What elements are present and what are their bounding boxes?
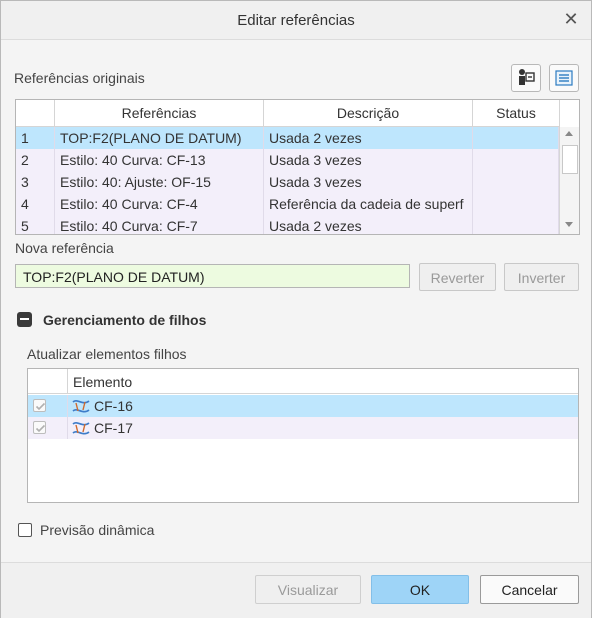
new-reference-field[interactable]: TOP:F2(PLANO DE DATUM) <box>15 264 410 288</box>
row-status <box>473 149 559 171</box>
reference-row[interactable]: 5 Estilo: 40 Curva: CF-7 Usada 2 vezes <box>16 215 559 234</box>
child-checkbox-cell <box>28 417 68 439</box>
references-table: Referências Descrição Status 1 TOP:F2(PLA… <box>15 99 580 235</box>
dynamic-preview-label: Previsão dinâmica <box>40 522 155 538</box>
column-header-description[interactable]: Descrição <box>264 100 473 127</box>
reference-row[interactable]: 1 TOP:F2(PLANO DE DATUM) Usada 2 vezes <box>16 127 559 149</box>
column-header-number <box>16 100 55 127</box>
edit-references-dialog: Editar referências ✕ Referências origina… <box>0 0 592 618</box>
close-icon[interactable]: ✕ <box>561 9 581 29</box>
title-bar: Editar referências ✕ <box>1 1 591 40</box>
revert-button[interactable]: Reverter <box>419 263 496 291</box>
dynamic-preview-checkbox[interactable] <box>18 523 32 537</box>
child-element-name: CF-17 <box>94 420 133 436</box>
row-number: 3 <box>16 171 55 193</box>
row-reference: Estilo: 40 Curva: CF-13 <box>55 149 264 171</box>
row-description: Usada 3 vezes <box>264 171 473 193</box>
invert-button[interactable]: Inverter <box>504 263 579 291</box>
row-status <box>473 171 559 193</box>
children-check-column <box>28 369 68 394</box>
curve-feature-icon <box>71 419 91 437</box>
row-description: Usada 2 vezes <box>264 215 473 234</box>
update-children-label: Atualizar elementos filhos <box>27 346 187 362</box>
column-header-element[interactable]: Elemento <box>68 369 578 394</box>
child-element-row[interactable]: CF-17 <box>28 417 578 439</box>
reference-row[interactable]: 4 Estilo: 40 Curva: CF-4 Referência da cad… <box>16 193 559 215</box>
list-icon <box>555 70 573 86</box>
column-header-status[interactable]: Status <box>473 100 560 127</box>
row-status <box>473 215 559 234</box>
ok-button[interactable]: OK <box>371 575 469 604</box>
list-view-button[interactable] <box>549 64 579 92</box>
row-status <box>473 127 559 149</box>
row-number: 5 <box>16 215 55 234</box>
child-checkbox-cell <box>28 395 68 417</box>
dialog-title: Editar referências <box>237 12 355 29</box>
row-number: 2 <box>16 149 55 171</box>
row-description: Usada 2 vezes <box>264 127 473 149</box>
scroll-thumb[interactable] <box>562 145 578 174</box>
row-reference: TOP:F2(PLANO DE DATUM) <box>55 127 264 149</box>
references-scrollbar[interactable] <box>559 127 579 234</box>
scroll-up-icon[interactable] <box>565 131 573 136</box>
show-references-button[interactable] <box>511 64 541 92</box>
row-number: 4 <box>16 193 55 215</box>
child-element-name: CF-16 <box>94 398 133 414</box>
child-element-row[interactable]: CF-16 <box>28 395 578 417</box>
visualize-button[interactable]: Visualizar <box>255 575 361 604</box>
children-management-title: Gerenciamento de filhos <box>43 312 207 328</box>
dialog-footer: Visualizar OK Cancelar <box>1 562 591 618</box>
reference-row[interactable]: 3 Estilo: 40: Ajuste: OF-15 Usada 3 vezes <box>16 171 559 193</box>
original-refs-label: Referências originais <box>14 70 145 86</box>
child-checkbox[interactable] <box>33 421 46 434</box>
row-description: Referência da cadeia de superf <box>264 193 473 215</box>
reference-viewer-icon <box>519 69 535 85</box>
row-reference: Estilo: 40: Ajuste: OF-15 <box>55 171 264 193</box>
collapse-section-icon[interactable] <box>17 312 32 327</box>
row-reference: Estilo: 40 Curva: CF-7 <box>55 215 264 234</box>
child-checkbox[interactable] <box>33 399 46 412</box>
reference-row[interactable]: 2 Estilo: 40 Curva: CF-13 Usada 3 vezes <box>16 149 559 171</box>
row-number: 1 <box>16 127 55 149</box>
row-status <box>473 193 559 215</box>
row-reference: Estilo: 40 Curva: CF-4 <box>55 193 264 215</box>
scroll-down-icon[interactable] <box>565 222 573 227</box>
cancel-button[interactable]: Cancelar <box>480 575 579 604</box>
children-table: Elemento CF-16 CF-17 <box>27 368 579 503</box>
new-reference-label: Nova referência <box>15 240 114 256</box>
row-description: Usada 3 vezes <box>264 149 473 171</box>
curve-feature-icon <box>71 397 91 415</box>
column-header-references[interactable]: Referências <box>55 100 264 127</box>
